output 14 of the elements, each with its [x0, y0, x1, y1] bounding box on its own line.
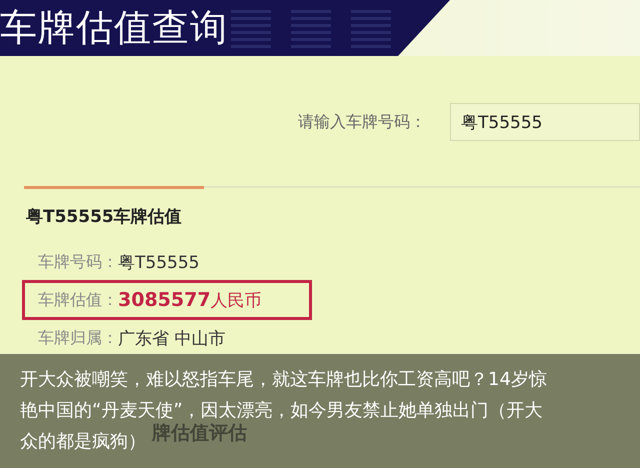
plate-label: 请输入车牌号码： [298, 112, 427, 132]
plate-input[interactable]: 粤T55555 [450, 103, 640, 141]
field-label: 车牌归属： [38, 328, 118, 348]
field-label: 车牌估值： [38, 290, 118, 310]
currency-unit: 人民币 [210, 290, 262, 312]
caption-line: 众的都是疯狗） [20, 430, 146, 454]
field-value: 粤T55555 [118, 252, 200, 274]
field-label: 车牌号码： [38, 252, 118, 272]
caption-line: 开大众被嘲笑，难以怒指车尾，就这车牌也比你工资高吧？14岁惊 [20, 368, 547, 392]
field-value: 3085577 [118, 289, 211, 311]
field-value: 广东省 中山市 [118, 328, 226, 350]
page-title: 车牌估值查询 [0, 6, 228, 50]
caption-line: 艳中国的“丹麦天使”，因太漂亮，如今男友禁止她单独出门（开大 [20, 399, 543, 423]
result-heading: 粤T55555车牌估值 [26, 206, 183, 228]
